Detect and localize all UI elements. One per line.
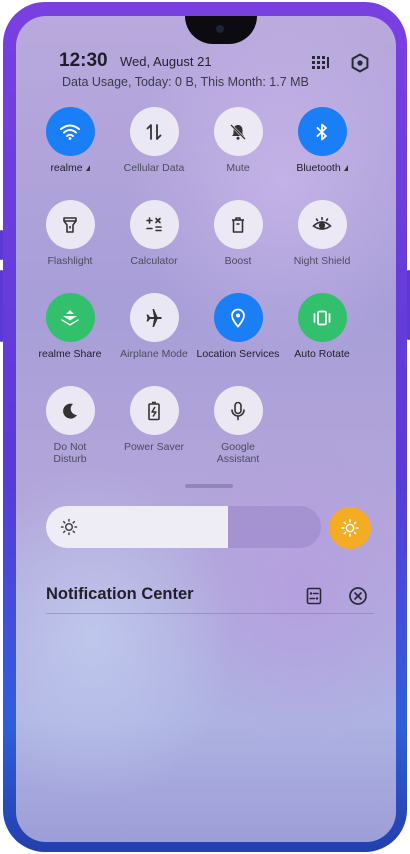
grid-edit-icon[interactable] <box>310 52 332 74</box>
tile-label: realme <box>50 162 83 174</box>
clear-all-icon[interactable] <box>347 585 369 607</box>
auto-brightness-icon <box>341 519 359 537</box>
tile-label: Calculator <box>130 255 178 267</box>
tile-label: Flashlight <box>47 255 93 267</box>
cellular-data-icon <box>129 107 179 156</box>
tile-label: Bluetooth <box>296 162 341 174</box>
tile-calculator[interactable]: Calculator <box>108 200 200 267</box>
caret-icon <box>343 165 348 172</box>
tile-realme-share[interactable]: realme Share <box>24 293 116 360</box>
notification-settings-icon[interactable] <box>303 585 325 607</box>
tile-label: Boost <box>224 255 252 267</box>
tile-airplane-mode[interactable]: Airplane Mode <box>108 293 200 360</box>
data-usage-label[interactable]: Data Usage, Today: 0 B, This Month: 1.7 … <box>62 75 309 89</box>
tile-label: Airplane Mode <box>120 348 188 360</box>
tile-label: Power Saver <box>123 441 185 453</box>
notification-center-title: Notification Center <box>46 585 194 603</box>
eye-icon <box>297 200 347 249</box>
quick-settings-screen: 12:30 Wed, August 21 Data Usage, Today: … <box>16 16 396 842</box>
settings-icon[interactable] <box>349 52 371 74</box>
tile-wifi[interactable]: realme <box>24 107 116 174</box>
notification-divider <box>46 613 374 614</box>
front-camera <box>213 22 227 36</box>
volume-up-button <box>0 230 3 260</box>
brightness-slider[interactable] <box>46 506 321 548</box>
bluetooth-icon <box>297 107 347 156</box>
trash-icon <box>213 200 263 249</box>
clock-time: 12:30 <box>59 50 108 71</box>
drag-handle[interactable] <box>185 484 233 488</box>
tile-do-not-disturb[interactable]: Do Not Disturb <box>24 386 116 465</box>
wifi-icon <box>45 107 95 156</box>
tile-label: Do Not Disturb <box>53 441 87 465</box>
rotate-icon <box>297 293 347 342</box>
tile-label: Google Assistant <box>216 441 260 465</box>
tile-location-services[interactable]: Location Services <box>192 293 284 360</box>
airplane-icon <box>129 293 179 342</box>
tile-flashlight[interactable]: Flashlight <box>24 200 116 267</box>
camera-notch <box>185 16 257 44</box>
share-icon <box>45 293 95 342</box>
flashlight-icon <box>45 200 95 249</box>
tile-label: realme Share <box>38 348 102 360</box>
tile-night-shield[interactable]: Night Shield <box>276 200 368 267</box>
tile-bluetooth[interactable]: Bluetooth <box>276 107 368 174</box>
calculator-icon <box>129 200 179 249</box>
auto-brightness-button[interactable] <box>329 507 371 549</box>
tile-power-saver[interactable]: Power Saver <box>108 386 200 453</box>
caret-icon <box>85 165 90 172</box>
tile-boost[interactable]: Boost <box>192 200 284 267</box>
volume-down-button <box>0 270 3 342</box>
tile-google-assistant[interactable]: Google Assistant <box>192 386 284 465</box>
tile-label: Cellular Data <box>123 162 185 174</box>
tile-cellular-data[interactable]: Cellular Data <box>108 107 200 174</box>
tile-label: Mute <box>226 162 250 174</box>
tile-auto-rotate[interactable]: Auto Rotate <box>276 293 368 360</box>
tile-label: Night Shield <box>293 255 351 267</box>
tile-mute[interactable]: Mute <box>192 107 284 174</box>
tile-label: Location Services <box>196 348 280 360</box>
battery-icon <box>129 386 179 435</box>
bell-off-icon <box>213 107 263 156</box>
tile-label: Auto Rotate <box>294 348 350 360</box>
date-label[interactable]: Wed, August 21 <box>120 54 212 69</box>
location-icon <box>213 293 263 342</box>
phone-frame: 12:30 Wed, August 21 Data Usage, Today: … <box>0 2 410 852</box>
moon-icon <box>45 386 95 435</box>
microphone-icon <box>213 386 263 435</box>
brightness-icon <box>60 518 78 541</box>
